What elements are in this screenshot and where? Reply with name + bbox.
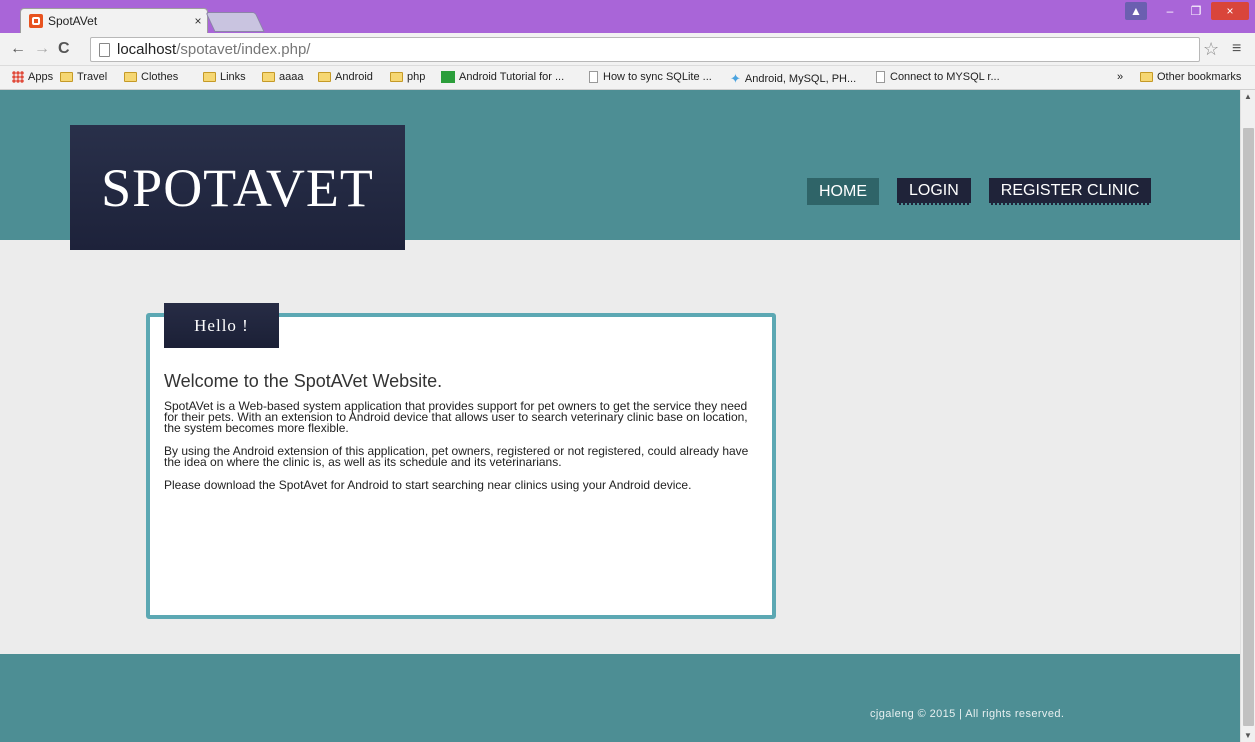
- nav-login[interactable]: LOGIN: [897, 178, 971, 205]
- bookmark-label: Connect to MYSQL r...: [890, 71, 1000, 83]
- bookmark-php[interactable]: php: [390, 71, 425, 83]
- bookmark-connect-mysql[interactable]: Connect to MYSQL r...: [876, 71, 1000, 83]
- bookmark-label: Apps: [28, 71, 54, 83]
- xampp-favicon-icon: [29, 14, 43, 28]
- bookmark-label: How to sync SQLite ...: [603, 71, 712, 83]
- bookmark-android-mysql[interactable]: ✦ Android, MySQL, PH...: [730, 71, 856, 87]
- page-icon: [99, 42, 110, 57]
- bookmark-star-icon[interactable]: ☆: [1203, 39, 1219, 60]
- scroll-up-icon[interactable]: ▲: [1244, 92, 1252, 101]
- tab-close-icon[interactable]: ×: [189, 14, 207, 28]
- bookmark-android[interactable]: Android: [318, 71, 373, 83]
- page-icon: [876, 71, 885, 83]
- url-path: /spotavet/index.php/: [176, 41, 311, 58]
- bookmark-label: Links: [220, 71, 246, 83]
- bookmark-travel[interactable]: Travel: [60, 71, 107, 83]
- apps-grid-icon: [12, 71, 24, 83]
- reload-icon[interactable]: C: [58, 40, 70, 58]
- url-host: localhost: [117, 41, 177, 58]
- bookmark-label: Android, MySQL, PH...: [744, 73, 857, 85]
- chevron-right-icon: »: [1117, 71, 1124, 83]
- site-header: SPOTAVET HOME LOGIN REGISTER CLINIC: [0, 90, 1240, 250]
- browser-toolbar: ← → C localhost/spotavet/index.php/ ☆ ≡: [0, 33, 1255, 66]
- bookmark-apps[interactable]: Apps: [12, 71, 53, 83]
- folder-icon: [1140, 72, 1153, 82]
- profile-icon[interactable]: ▲: [1125, 2, 1147, 20]
- bookmark-label: Android Tutorial for ...: [459, 71, 565, 83]
- folder-icon: [318, 72, 331, 82]
- bookmark-android-tutorial[interactable]: Android Tutorial for ...: [441, 71, 564, 83]
- other-bookmarks[interactable]: Other bookmarks: [1140, 71, 1241, 83]
- bookmark-sync-sqlite[interactable]: How to sync SQLite ...: [589, 71, 712, 83]
- card-body: Welcome to the SpotAVet Website. SpotAVe…: [164, 371, 764, 503]
- logo-text: SPOTAVET: [101, 157, 374, 218]
- new-tab-button[interactable]: [205, 12, 265, 32]
- minimize-button[interactable]: –: [1159, 2, 1181, 20]
- site-nav: HOME LOGIN REGISTER CLINIC: [807, 178, 1169, 205]
- star-icon: ✦: [730, 71, 741, 86]
- restore-button[interactable]: ❐: [1185, 2, 1207, 20]
- folder-icon: [262, 72, 275, 82]
- bookmark-label: Clothes: [141, 71, 179, 83]
- bookmark-clothes[interactable]: Clothes: [124, 71, 178, 83]
- card-tab: Hello !: [164, 303, 279, 348]
- bookmark-label: Travel: [77, 71, 108, 83]
- card-heading: Welcome to the SpotAVet Website.: [164, 371, 443, 391]
- bookmark-label: aaaa: [279, 71, 304, 83]
- site-icon: [441, 71, 455, 83]
- tab-title: SpotAVet: [48, 14, 98, 28]
- browser-titlebar: SpotAVet × ▲ – ❐ ×: [0, 0, 1255, 33]
- card-paragraph: Please download the SpotAvet for Android…: [164, 478, 692, 492]
- page-viewport: SPOTAVET HOME LOGIN REGISTER CLINIC Hell…: [0, 90, 1240, 742]
- nav-home[interactable]: HOME: [807, 178, 879, 205]
- copyright-text: cjgaleng © 2015 | All rights reserved.: [870, 708, 1065, 720]
- bookmark-label: Android: [335, 71, 373, 83]
- card-paragraph: SpotAVet is a Web-based system applicati…: [164, 399, 748, 435]
- nav-register-clinic[interactable]: REGISTER CLINIC: [988, 178, 1152, 205]
- bookmarks-overflow-button[interactable]: »: [1117, 71, 1123, 83]
- page-scrollbar[interactable]: ▲ ▼: [1240, 90, 1255, 742]
- forward-icon[interactable]: →: [34, 40, 50, 58]
- bookmarks-bar: Apps Travel Clothes Links aaaa Android p…: [0, 66, 1255, 90]
- close-window-button[interactable]: ×: [1211, 2, 1249, 20]
- folder-icon: [390, 72, 403, 82]
- page-icon: [589, 71, 598, 83]
- site-logo[interactable]: SPOTAVET: [70, 125, 405, 250]
- site-footer: cjgaleng © 2015 | All rights reserved.: [0, 654, 1240, 742]
- card-paragraph: By using the Android extension of this a…: [164, 444, 749, 469]
- scroll-thumb[interactable]: [1243, 128, 1254, 726]
- bookmark-links[interactable]: Links: [203, 71, 246, 83]
- bookmark-aaaa[interactable]: aaaa: [262, 71, 303, 83]
- menu-icon[interactable]: ≡: [1232, 40, 1241, 58]
- card-tab-label: Hello !: [194, 315, 249, 335]
- folder-icon: [203, 72, 216, 82]
- scroll-down-icon[interactable]: ▼: [1244, 731, 1252, 740]
- other-bookmarks-label: Other bookmarks: [1157, 71, 1242, 83]
- folder-icon: [124, 72, 137, 82]
- back-icon[interactable]: ←: [10, 40, 26, 58]
- browser-tab[interactable]: SpotAVet ×: [20, 8, 208, 33]
- address-bar[interactable]: localhost/spotavet/index.php/: [90, 37, 1200, 62]
- bookmark-label: php: [407, 71, 426, 83]
- folder-icon: [60, 72, 73, 82]
- welcome-card: Hello ! Welcome to the SpotAVet Website.…: [146, 303, 776, 619]
